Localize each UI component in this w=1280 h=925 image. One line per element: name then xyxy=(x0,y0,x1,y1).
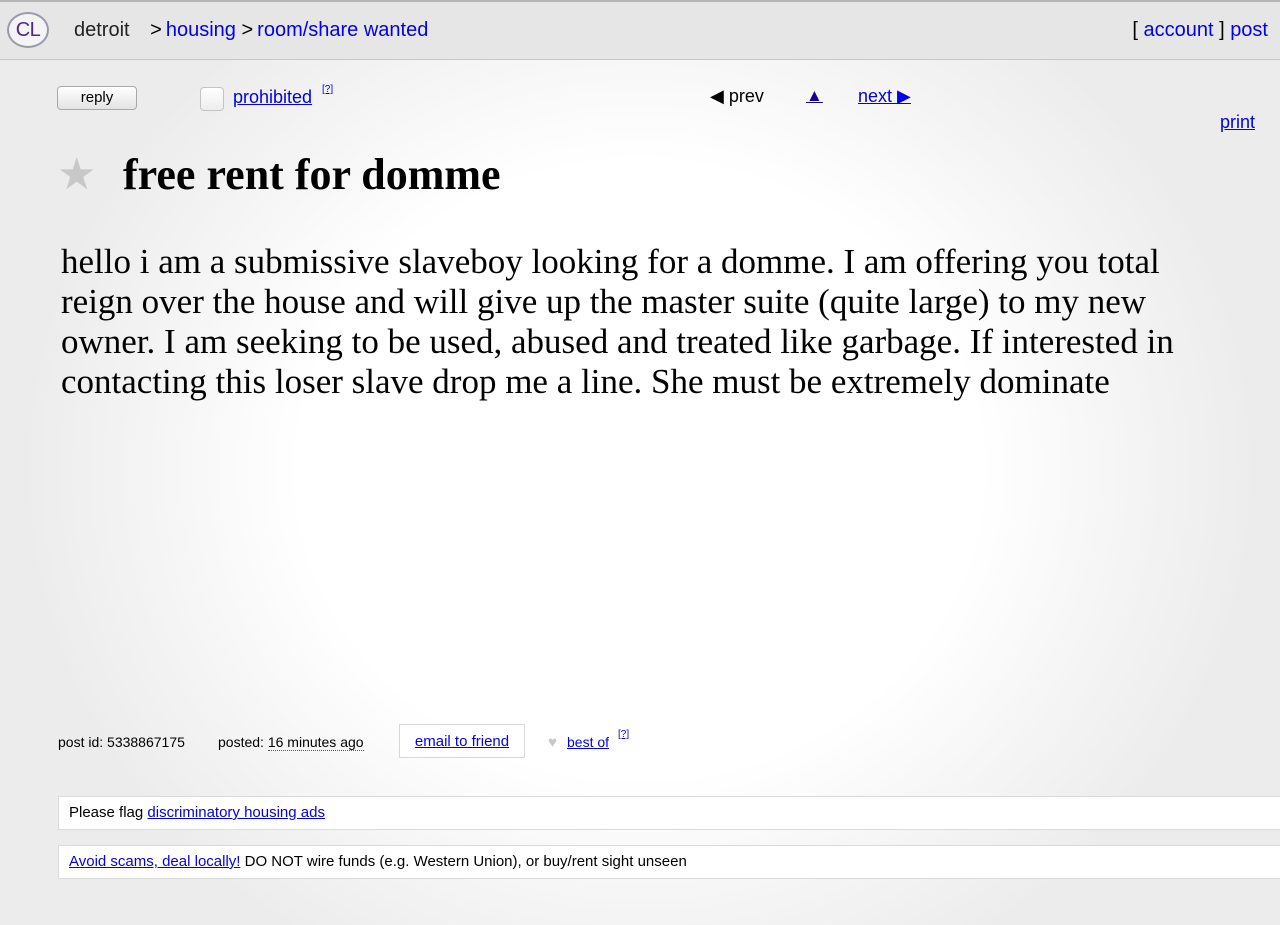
triangle-up-icon[interactable]: ▲ xyxy=(806,86,823,106)
email-to-friend-link[interactable]: email to friend xyxy=(415,733,509,750)
heart-icon[interactable]: ♥ xyxy=(548,734,557,751)
email-to-friend-button[interactable]: email to friend xyxy=(399,724,525,758)
account-link[interactable]: account xyxy=(1143,19,1213,41)
reply-button[interactable]: reply xyxy=(57,86,137,110)
user-links: [ account ] post xyxy=(1132,19,1268,41)
post-link[interactable]: post xyxy=(1230,19,1268,41)
craigslist-logo[interactable]: CL xyxy=(7,12,49,48)
breadcrumb-separator: > xyxy=(150,19,162,41)
flag-notice: Please flag discriminatory housing ads xyxy=(58,796,1280,830)
prohibited-checkbox[interactable] xyxy=(200,87,224,111)
header-bar: CL detroit > housing > room/share wanted [… xyxy=(0,0,1280,60)
posted-time: posted: 16 minutes ago xyxy=(218,734,364,751)
breadcrumb-housing[interactable]: housing xyxy=(166,19,236,41)
breadcrumb-separator: > xyxy=(241,19,254,41)
triangle-left-icon: ◀ xyxy=(710,86,724,106)
best-of-link[interactable]: best of xyxy=(567,734,609,750)
print-link[interactable]: print xyxy=(1220,112,1255,133)
post-id: post id: 5338867175 xyxy=(58,734,185,750)
prev-label: prev xyxy=(728,86,764,106)
next-link[interactable]: next ▶ xyxy=(858,86,911,107)
breadcrumb-city[interactable]: detroit xyxy=(74,19,130,41)
breadcrumb: detroit > housing > room/share wanted xyxy=(74,19,428,42)
next-label: next xyxy=(858,86,893,106)
prev-link[interactable]: ◀ prev xyxy=(710,86,764,107)
prohibited-link[interactable]: prohibited xyxy=(233,87,312,108)
scam-notice: Avoid scams, deal locally! DO NOT wire f… xyxy=(58,845,1280,879)
triangle-right-icon: ▶ xyxy=(897,86,911,106)
posting-body: hello i am a submissive slaveboy looking… xyxy=(61,242,1174,401)
prohibited-help-link[interactable]: [?] xyxy=(322,84,333,95)
best-of-help-link[interactable]: [?] xyxy=(618,729,629,740)
discriminatory-housing-link[interactable]: discriminatory housing ads xyxy=(147,804,325,821)
avoid-scams-link[interactable]: Avoid scams, deal locally! xyxy=(69,853,240,870)
star-icon[interactable]: ★ xyxy=(57,150,96,200)
breadcrumb-room-share-wanted[interactable]: room/share wanted xyxy=(257,19,428,41)
posting-title: free rent for domme xyxy=(123,150,501,199)
